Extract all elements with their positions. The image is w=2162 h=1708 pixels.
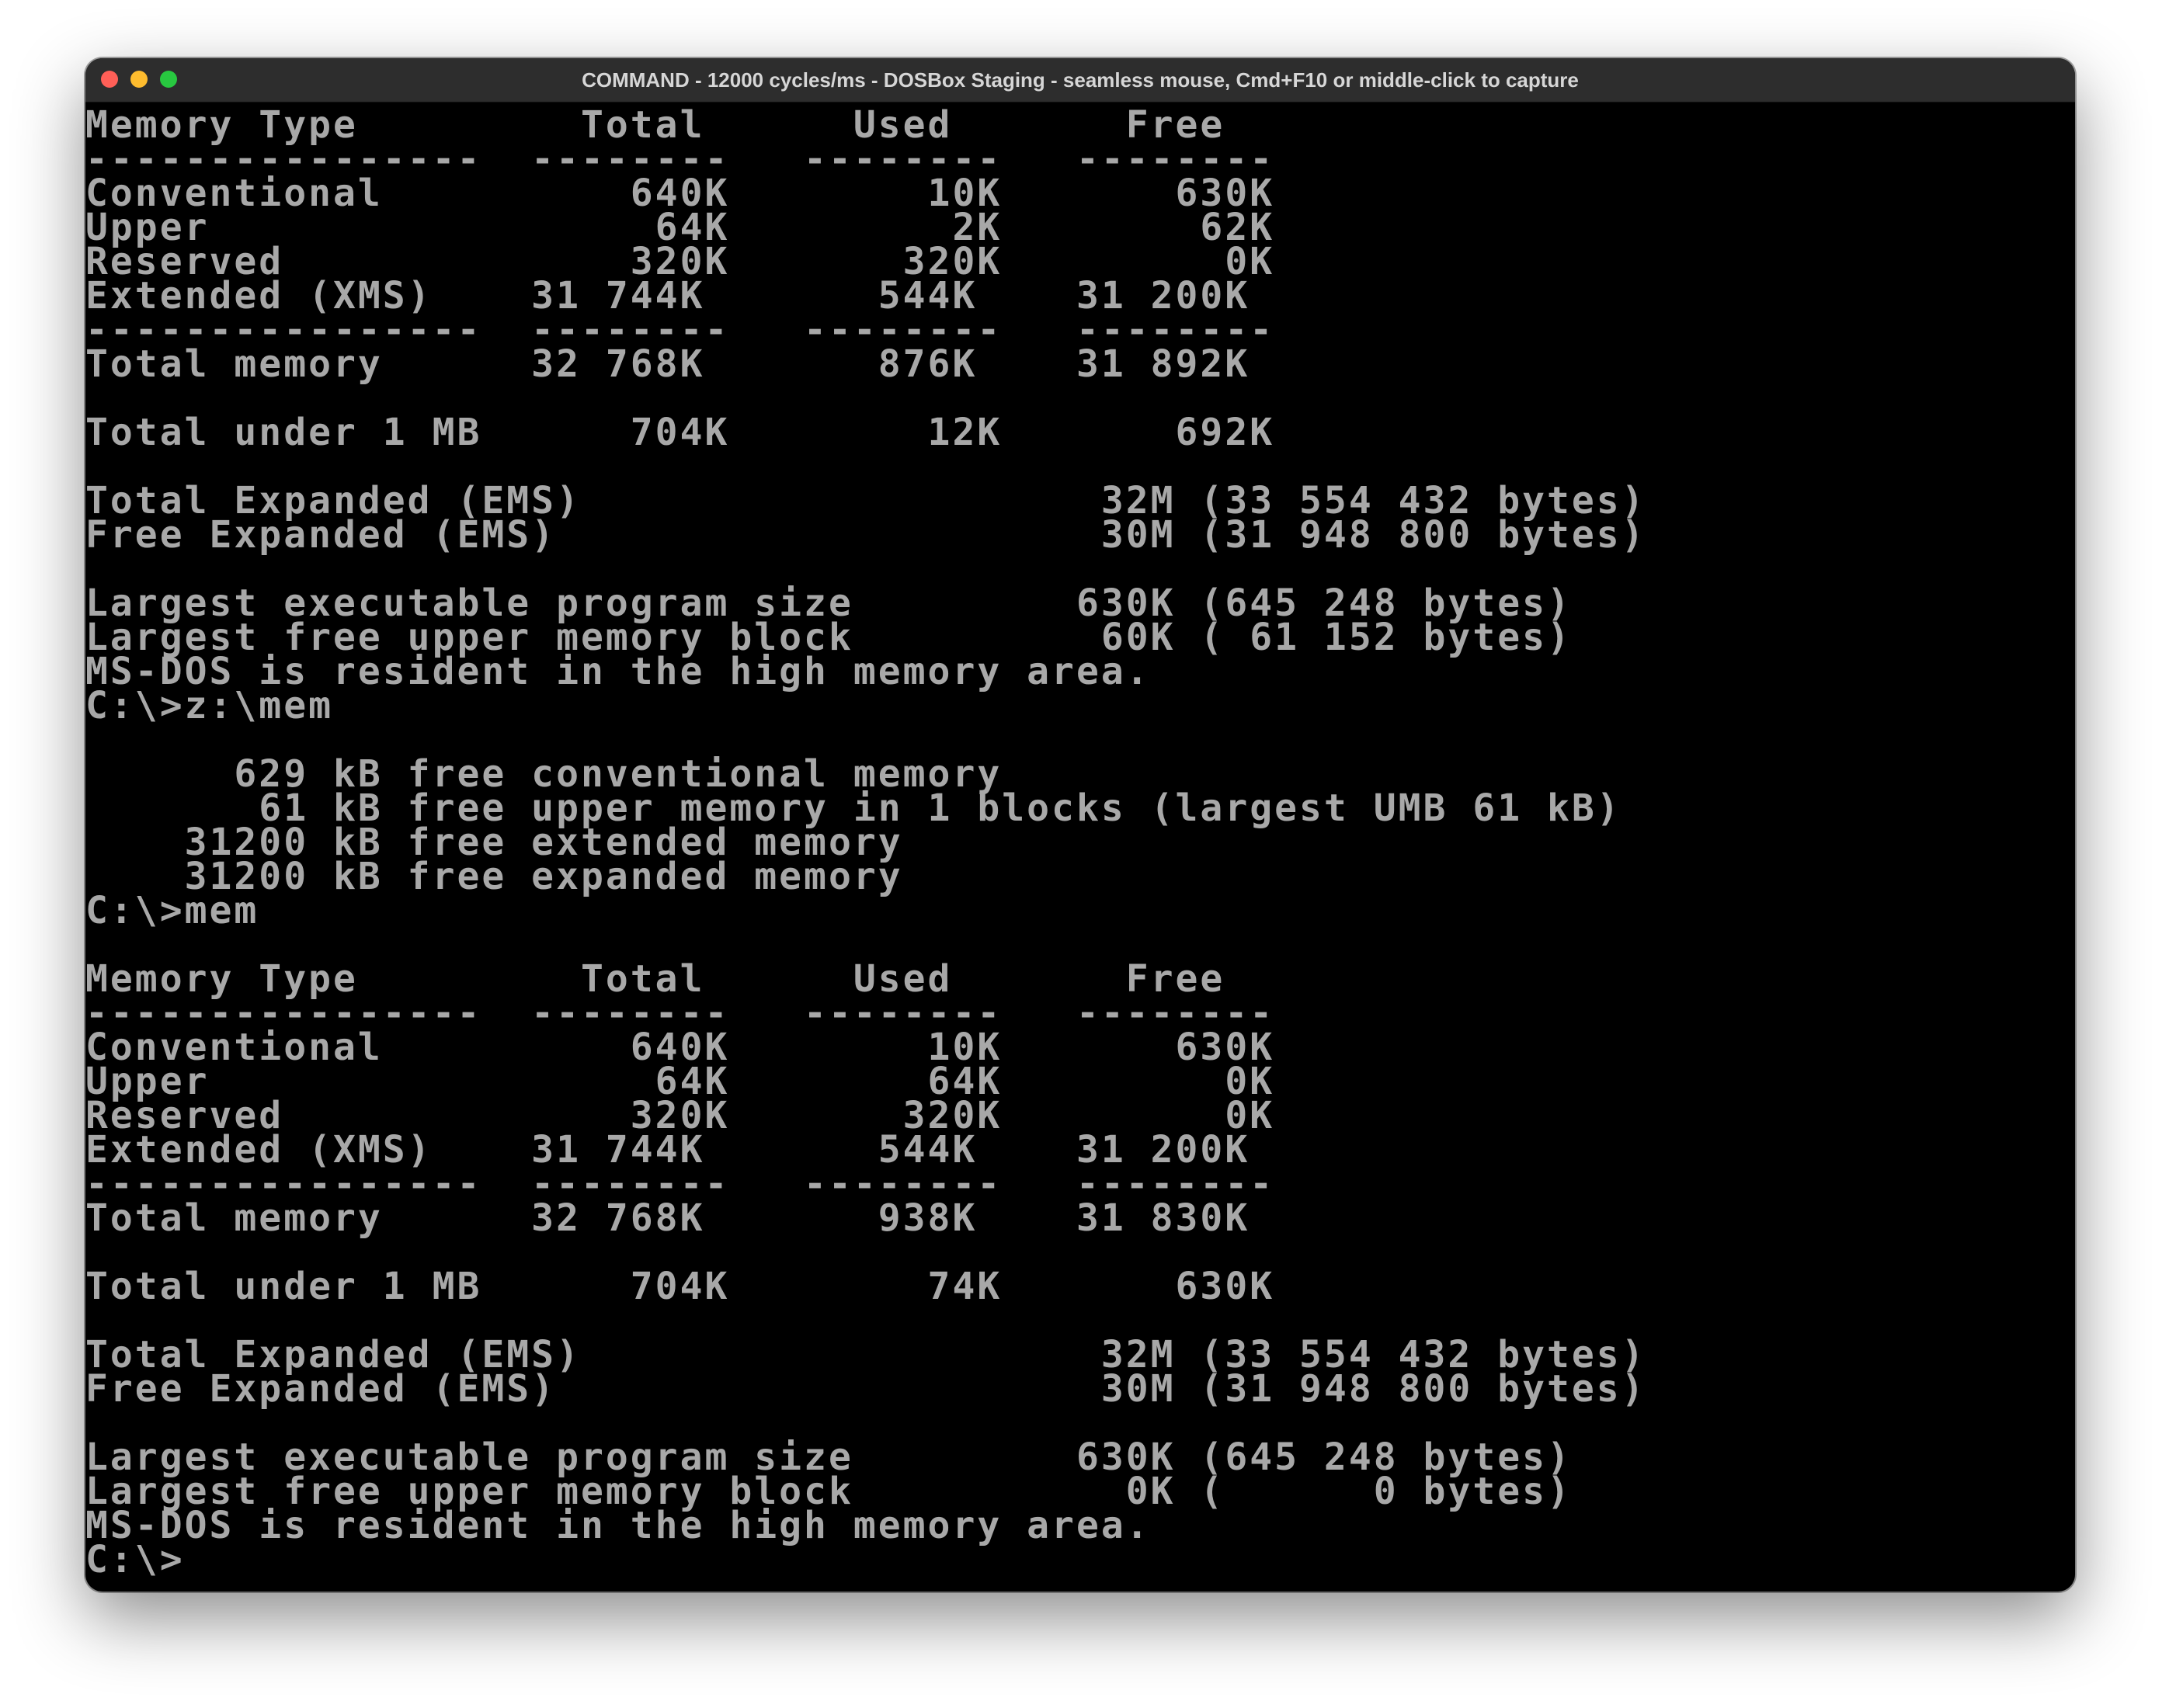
terminal-line: MS-DOS is resident in the high memory ar…: [85, 1504, 1151, 1547]
terminal-line: 31200 kB free expanded memory: [85, 855, 903, 898]
terminal-line: Total memory 32 768K 938K 31 830K: [85, 1196, 1250, 1240]
window-title: COMMAND - 12000 cycles/ms - DOSBox Stagi…: [582, 68, 1579, 92]
terminal-prompt: C:\>: [85, 1538, 185, 1581]
terminal-output[interactable]: Memory Type Total Used Free ------------…: [85, 108, 2075, 1583]
terminal-line: MS-DOS is resident in the high memory ar…: [85, 650, 1151, 693]
dosbox-window: COMMAND - 12000 cycles/ms - DOSBox Stagi…: [85, 58, 2075, 1592]
title-bar[interactable]: COMMAND - 12000 cycles/ms - DOSBox Stagi…: [85, 58, 2075, 102]
terminal-line: C:\>mem: [85, 889, 259, 932]
terminal-line: Total memory 32 768K 876K 31 892K: [85, 342, 1250, 386]
terminal-line: Total under 1 MB 704K 74K 630K: [85, 1265, 1275, 1308]
terminal-line: Total under 1 MB 704K 12K 692K: [85, 411, 1275, 454]
terminal-line: Free Expanded (EMS) 30M (31 948 800 byte…: [85, 513, 1646, 557]
terminal-line: Free Expanded (EMS) 30M (31 948 800 byte…: [85, 1367, 1646, 1411]
terminal-line: C:\>z:\mem: [85, 684, 333, 727]
